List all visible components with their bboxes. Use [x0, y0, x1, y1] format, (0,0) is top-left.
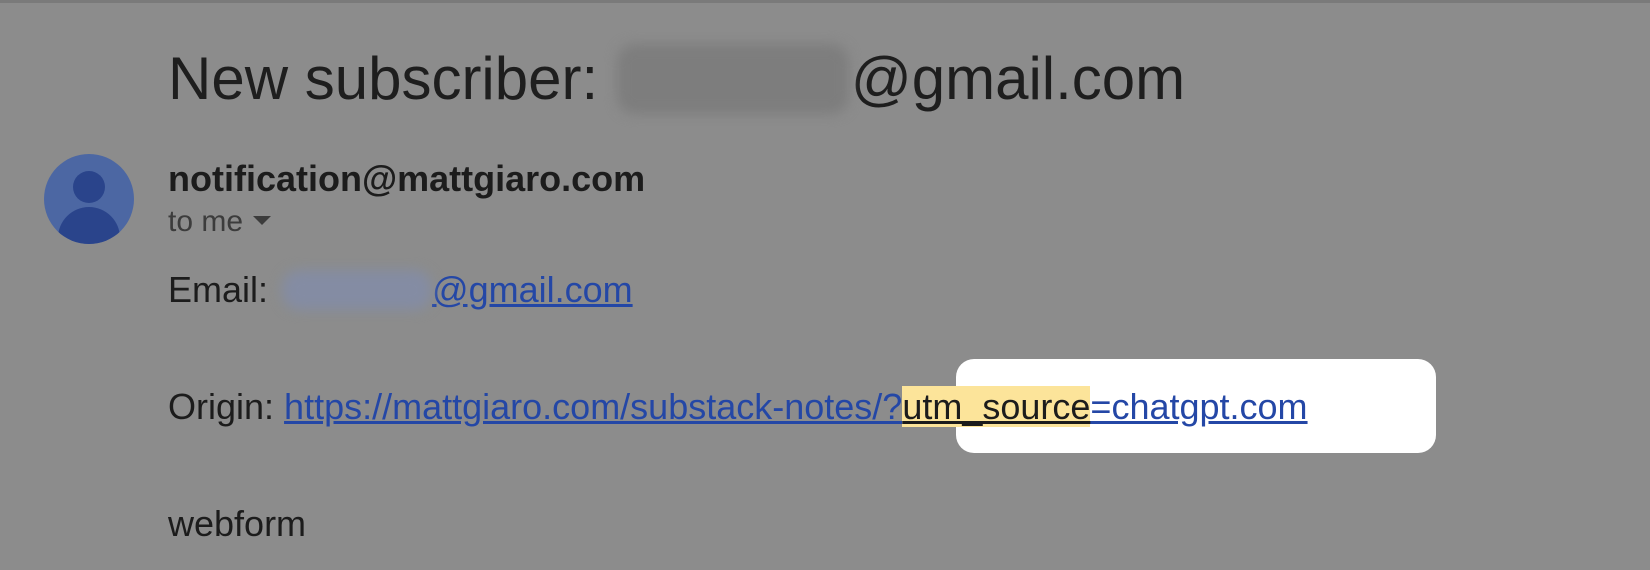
- redacted-email-local-part: [282, 270, 433, 311]
- email-label: Email:: [168, 269, 279, 310]
- body-email-line: Email: @gmail.com: [168, 268, 633, 312]
- sender-avatar[interactable]: [44, 154, 134, 244]
- origin-url-link[interactable]: https://mattgiaro.com/substack-notes/?ut…: [284, 386, 1308, 427]
- origin-url-prefix: https://mattgiaro.com/substack-notes/?: [284, 386, 903, 427]
- body-origin-line: Origin: https://mattgiaro.com/substack-n…: [168, 385, 1308, 429]
- sender-address[interactable]: notification@mattgiaro.com: [168, 157, 645, 201]
- email-link-suffix: @gmail.com: [432, 269, 633, 310]
- origin-label: Origin:: [168, 386, 285, 427]
- person-icon-body: [58, 207, 120, 244]
- top-divider: [0, 0, 1650, 3]
- email-subject: New subscriber: @gmail.com: [168, 42, 1185, 118]
- subject-prefix: New subscriber:: [168, 45, 615, 112]
- person-icon: [73, 171, 105, 203]
- subscriber-email-link[interactable]: @gmail.com: [278, 269, 633, 311]
- origin-url-value: =chatgpt.com: [1090, 386, 1308, 427]
- redacted-subject-address: [616, 44, 849, 115]
- utm-source-highlight: utm_source: [902, 386, 1091, 427]
- subject-suffix: @gmail.com: [850, 45, 1186, 112]
- body-webform-text: webform: [168, 503, 307, 544]
- recipient-label: to me: [168, 205, 244, 238]
- caret-down-icon[interactable]: [253, 215, 272, 225]
- recipient-toggle[interactable]: to me: [168, 204, 272, 240]
